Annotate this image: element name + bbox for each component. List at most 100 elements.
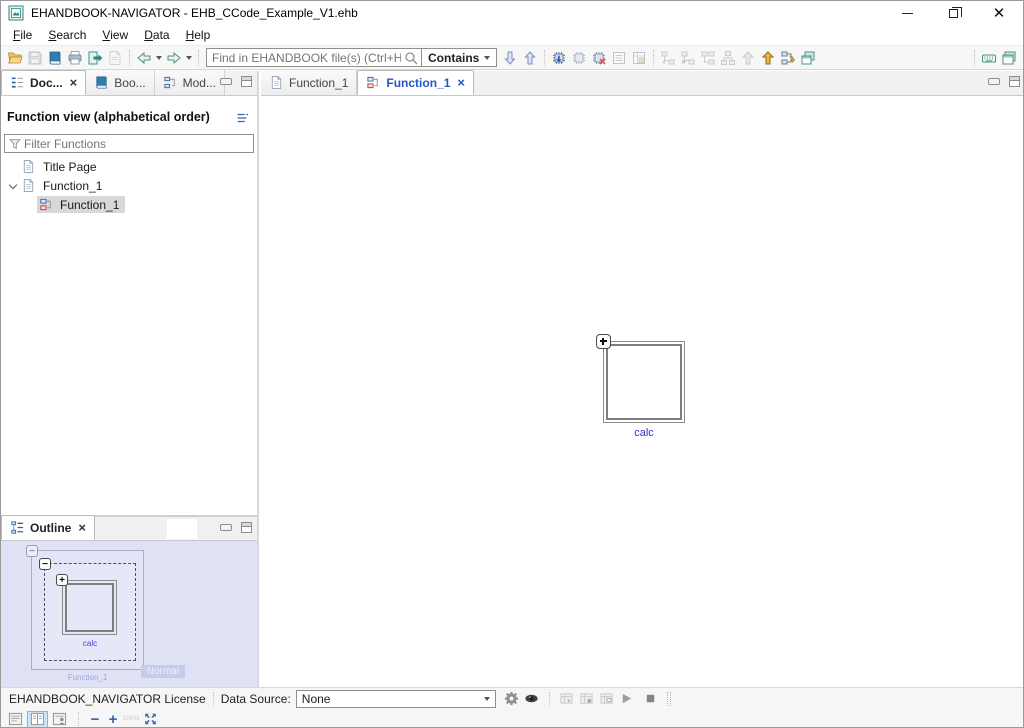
diagram-back-button[interactable] <box>658 48 678 68</box>
page-icon <box>21 159 36 174</box>
switch-window-button[interactable] <box>999 48 1019 68</box>
minimize-panel-icon[interactable] <box>220 524 232 531</box>
search-down-button[interactable] <box>500 48 520 68</box>
calc-block[interactable] <box>603 341 685 423</box>
left-view-tab-row: Doc... × Boo... Mod... <box>1 71 257 96</box>
tree-item-label: Function_1 <box>58 198 121 212</box>
navigate-forward-menu-caret[interactable] <box>184 48 194 68</box>
list-view-button[interactable] <box>609 48 629 68</box>
expand-block-button[interactable] <box>596 334 611 349</box>
navigate-back-menu-caret[interactable] <box>154 48 164 68</box>
stop-button[interactable] <box>641 690 661 708</box>
tab-function-1-document[interactable]: Function_1 <box>261 70 357 95</box>
refresh-model-button[interactable] <box>778 48 798 68</box>
single-page-view-button[interactable] <box>5 711 26 728</box>
open-file-button[interactable] <box>5 48 25 68</box>
close-icon[interactable]: × <box>78 523 86 533</box>
diagram-canvas[interactable]: calc <box>261 96 1024 686</box>
menu-help[interactable]: Help <box>178 26 219 44</box>
zoom-100-button[interactable]: 100% <box>122 716 140 722</box>
menu-file[interactable]: File <box>5 26 40 44</box>
menu-search[interactable]: Search <box>40 26 94 44</box>
find-input[interactable] <box>207 51 403 65</box>
minimize-panel-icon[interactable] <box>988 78 1000 85</box>
menu-data[interactable]: Data <box>136 26 177 44</box>
statusbar-separator <box>213 692 214 706</box>
restore-button[interactable] <box>931 1 975 26</box>
toolbar-grip[interactable] <box>667 692 671 706</box>
close-icon[interactable]: × <box>457 78 465 88</box>
outline-panel-buttons <box>220 522 252 533</box>
outline-process-frame[interactable]: − + calc <box>44 563 136 661</box>
filter-functions-box[interactable] <box>4 134 254 153</box>
statusbar-separator <box>549 692 550 706</box>
visibility-button[interactable] <box>522 690 542 708</box>
presentation-view-button[interactable] <box>49 711 70 728</box>
diagram-forward-button[interactable] <box>678 48 698 68</box>
measure-view-button[interactable] <box>557 690 577 708</box>
data-source-select[interactable]: None <box>296 690 496 708</box>
collapse-icon[interactable]: − <box>26 545 38 557</box>
hierarchy-button[interactable] <box>718 48 738 68</box>
filter-functions-input[interactable] <box>24 137 253 151</box>
zoom-in-button[interactable]: + <box>104 711 122 728</box>
keyboard-shortcuts-button[interactable] <box>979 48 999 68</box>
tab-outline[interactable]: Outline × <box>1 515 95 540</box>
search-up-button[interactable] <box>520 48 540 68</box>
navigate-forward-button[interactable] <box>164 48 184 68</box>
find-input-box[interactable] <box>206 48 422 67</box>
maximize-panel-icon[interactable] <box>1009 76 1020 87</box>
maximize-panel-icon[interactable] <box>241 76 252 87</box>
tab-model-view[interactable]: Mod... <box>155 70 225 95</box>
outline-mode-badge: Normal <box>141 665 185 678</box>
zoom-out-button[interactable]: − <box>86 711 104 728</box>
book-view-button[interactable] <box>27 711 48 728</box>
export-button[interactable] <box>85 48 105 68</box>
navigate-back-button[interactable] <box>134 48 154 68</box>
minimize-panel-icon[interactable] <box>220 78 232 85</box>
outline-function-label: Function_1 <box>35 673 140 682</box>
chevron-expanded-icon[interactable] <box>9 182 17 190</box>
expand-icon[interactable]: + <box>56 574 68 586</box>
minimize-button[interactable] <box>885 1 929 26</box>
measure-window-button[interactable] <box>597 690 617 708</box>
save-button[interactable] <box>25 48 45 68</box>
collapse-up-button[interactable] <box>738 48 758 68</box>
collapse-icon[interactable]: − <box>39 558 51 570</box>
tab-document-view[interactable]: Doc... × <box>1 70 86 95</box>
menu-view[interactable]: View <box>94 26 136 44</box>
import-data-button[interactable] <box>549 48 569 68</box>
tab-document-view-label: Doc... <box>30 76 63 90</box>
tab-function-1-diagram[interactable]: Function_1 × <box>357 70 474 95</box>
toolbar-separator <box>974 50 975 66</box>
contains-dropdown[interactable]: Contains <box>422 48 497 67</box>
open-ehandbook-button[interactable] <box>45 48 65 68</box>
go-up-button[interactable] <box>758 48 778 68</box>
measure-config-button[interactable] <box>577 690 597 708</box>
outline-canvas[interactable]: − − + calc Function_1 Normal <box>1 541 257 687</box>
function-diagram-icon <box>366 75 381 90</box>
selected-tree-item[interactable]: Function_1 <box>37 196 125 213</box>
close-button[interactable]: ✕ <box>977 1 1021 26</box>
outline-calc-block[interactable]: + <box>62 580 117 635</box>
tree-item-title-page[interactable]: Title Page <box>1 157 257 176</box>
play-button[interactable] <box>617 690 637 708</box>
print-button[interactable] <box>65 48 85 68</box>
import-data-disabled-button[interactable] <box>569 48 589 68</box>
export-pdf-button[interactable] <box>105 48 125 68</box>
cascade-windows-button[interactable] <box>798 48 818 68</box>
filter-icon <box>8 137 22 151</box>
tab-bookmarks-view[interactable]: Boo... <box>86 70 154 95</box>
remove-data-button[interactable] <box>589 48 609 68</box>
outline-function-container[interactable]: − − + calc <box>31 550 144 670</box>
settings-button[interactable] <box>502 690 522 708</box>
maximize-panel-icon[interactable] <box>241 522 252 533</box>
table-view-button[interactable] <box>629 48 649 68</box>
diagram-overview-button[interactable] <box>698 48 718 68</box>
close-icon[interactable]: × <box>70 78 78 88</box>
page-icon <box>21 178 36 193</box>
fit-to-screen-button[interactable] <box>140 711 161 728</box>
tree-item-function-1[interactable]: Function_1 <box>1 176 257 195</box>
tree-item-function-1-diagram[interactable]: Function_1 <box>1 195 257 214</box>
view-menu-icon[interactable] <box>235 111 249 125</box>
